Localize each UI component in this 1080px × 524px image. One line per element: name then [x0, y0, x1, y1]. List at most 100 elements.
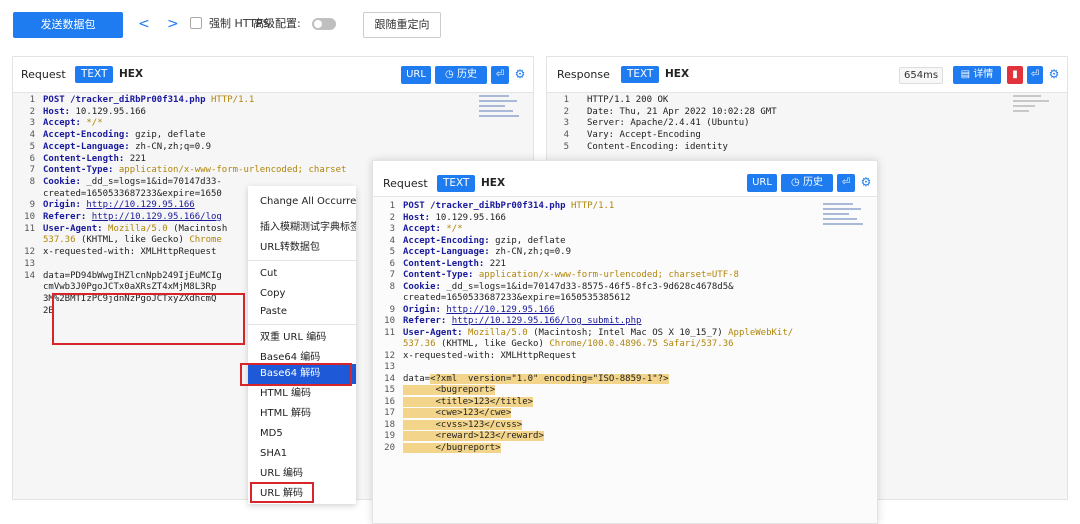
code-line: Content-Type: application/x-www-form-url… — [43, 165, 346, 175]
code-token: Origin: — [403, 304, 447, 315]
code-token: zh-CN,zh;q=0.9 — [495, 247, 571, 257]
line-number: 5 — [29, 141, 35, 152]
code-token: Content-Length: — [43, 153, 130, 164]
follow-redirect-button[interactable]: 跟随重定向 — [363, 12, 441, 38]
line-number: 2 — [389, 212, 395, 223]
code-line: Accept-Encoding: gzip, deflate — [403, 236, 566, 246]
code-token: User-Agent: — [43, 223, 109, 234]
back-button[interactable]: < — [138, 14, 150, 34]
code-line: Server: Apache/2.4.41 (Ubuntu) — [587, 118, 750, 129]
gear-icon[interactable]: ⚙ — [859, 175, 873, 189]
line-number: 6 — [389, 258, 395, 269]
line-number: 20 — [384, 442, 395, 453]
forward-button[interactable]: > — [167, 14, 179, 34]
context-menu: Change All Occurrences 插入模糊测试字典标签URL转数据包 C… — [248, 186, 356, 504]
line-number: 2 — [563, 106, 569, 117]
code-token: Host: — [403, 212, 436, 223]
gear-icon[interactable]: ⚙ — [513, 67, 527, 81]
code-token: 537.36 — [43, 235, 81, 246]
line-number: 3 — [29, 118, 35, 129]
code-line: x-requested-with: XMLHttpRequest — [43, 247, 216, 257]
wrap-icon: ⏎ — [1030, 69, 1040, 80]
url-button[interactable]: URL — [401, 66, 431, 84]
context-menu-item[interactable]: Copy — [248, 284, 356, 304]
tab-text[interactable]: TEXT — [437, 175, 476, 192]
context-menu-item[interactable]: MD5 — [248, 424, 356, 444]
wrap-icon: ⏎ — [841, 177, 851, 188]
wrap-button[interactable]: ⏎ — [1027, 66, 1043, 84]
line-number: 5 — [563, 141, 569, 152]
wrap-button[interactable]: ⏎ — [491, 66, 509, 84]
history-button[interactable]: ◷ 历史 — [435, 66, 487, 84]
gear-icon[interactable]: ⚙ — [1047, 67, 1061, 81]
context-menu-item[interactable]: Cut — [248, 264, 356, 284]
context-menu-item[interactable]: 插入模糊测试字典标签 — [248, 218, 356, 238]
context-menu-item[interactable]: 双重 URL 编码 — [248, 328, 356, 348]
decoded-request-panel: Request TEXT HEX URL ◷ 历史 ⏎ ⚙ 1 POST /tra… — [372, 160, 878, 524]
minimap — [1013, 95, 1053, 125]
code-line: Referer: http://10.129.95.166/log_submit… — [403, 316, 641, 326]
code-line: Host: 10.129.95.166 — [403, 213, 506, 223]
code-token: created=1650533687233&expire=16505353856… — [403, 293, 631, 303]
line-number: 4 — [29, 130, 35, 141]
send-packet-button[interactable]: 发送数据包 — [13, 12, 123, 38]
code-line: Accept: */* — [43, 118, 103, 128]
advanced-config-label: 高级配置: — [253, 17, 301, 30]
clock-icon: ◷ — [445, 69, 457, 80]
context-menu-item[interactable]: HTML 解码 — [248, 404, 356, 424]
context-menu-item[interactable]: Change All Occurrences — [248, 192, 356, 212]
line-number: 19 — [384, 431, 395, 441]
code-token: data= — [403, 373, 431, 384]
tab-hex[interactable]: HEX — [481, 175, 505, 192]
line-number: 2 — [29, 106, 35, 117]
line-number: 14 — [384, 373, 395, 384]
code-line: 537.36 (KHTML, like Gecko) Chrome/100.0.… — [403, 339, 734, 349]
context-menu-item[interactable]: Paste — [248, 302, 356, 322]
force-https-checkbox[interactable] — [190, 17, 202, 29]
context-menu-item[interactable]: URL转数据包 — [248, 238, 356, 258]
menu-separator — [248, 324, 356, 325]
code-line: Origin: http://10.129.95.166 — [43, 200, 195, 210]
code-line: Content-Encoding: identity — [587, 141, 728, 152]
decoded-request-header: Request TEXT HEX URL ◷ 历史 ⏎ ⚙ — [373, 161, 877, 197]
code-token: _dd_s=logs=1&id=70147d33- — [86, 176, 222, 187]
code-token: cmVwb3J0PgoJCTx0aXRsZT4xMjM8L3Rp — [43, 282, 217, 293]
delete-button[interactable]: ▮ — [1007, 66, 1023, 84]
code-token: gzip, deflate — [135, 130, 206, 141]
code-token: http://10.129.95.166/log — [91, 212, 222, 222]
tab-hex[interactable]: HEX — [665, 66, 689, 83]
menu-separator — [248, 260, 356, 261]
code-line: Vary: Accept-Encoding — [587, 130, 701, 141]
minimap — [479, 95, 519, 125]
code-token: <bugreport> — [403, 385, 496, 395]
advanced-config-toggle[interactable] — [312, 18, 336, 30]
decoded-request-editor[interactable]: 1 POST /tracker_diRbPr00f314.php HTTP/1.1… — [377, 201, 847, 501]
tab-hex[interactable]: HEX — [119, 66, 143, 83]
code-token: Content-Length: — [403, 258, 490, 269]
code-line: Host: 10.129.95.166 — [43, 107, 146, 117]
code-token: http://10.129.95.166 — [446, 304, 555, 315]
code-line: data=PD94bWwgIHZlcnNpb249IjEuMCIg — [43, 271, 222, 281]
code-line: Cookie: _dd_s=logs=1&id=70147d33- — [43, 177, 222, 187]
context-menu-item[interactable]: HTML 编码 — [248, 384, 356, 404]
code-token: Cookie: — [43, 176, 87, 187]
code-token: Accept-Encoding: — [43, 130, 136, 141]
response-time-badge: 654ms — [899, 67, 944, 84]
url-button[interactable]: URL — [747, 174, 777, 192]
line-number: 1 — [389, 201, 395, 211]
base64-decode-highlight-box — [240, 363, 352, 386]
line-number: 10 — [384, 316, 395, 326]
context-menu-item[interactable]: SHA1 — [248, 444, 356, 464]
code-token: (Macintosh; Intel Mac OS X 10_15_7) — [533, 327, 729, 338]
response-editor[interactable]: 1 HTTP/1.1 200 OK 2 Date: Thu, 21 Apr 2022 … — [551, 95, 951, 159]
code-token: Content-Type: — [403, 270, 479, 280]
wrap-button[interactable]: ⏎ — [837, 174, 855, 192]
tab-text[interactable]: TEXT — [621, 66, 660, 83]
code-token: <title>123</title> — [403, 396, 534, 407]
context-menu-item[interactable]: URL 编码 — [248, 464, 356, 484]
code-line: data=<?xml version="1.0" encoding="ISO-8… — [403, 373, 669, 384]
history-button[interactable]: ◷ 历史 — [781, 174, 833, 192]
detail-button[interactable]: ▤ 详情 — [953, 66, 1001, 84]
tab-text[interactable]: TEXT — [75, 66, 114, 83]
history-label: 历史 — [802, 177, 823, 188]
